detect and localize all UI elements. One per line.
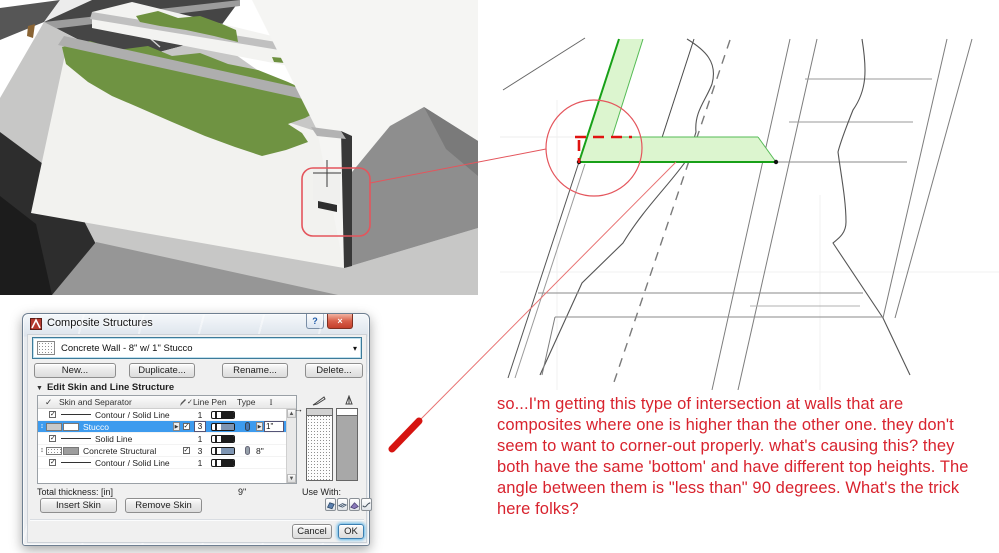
core-arrow-icon: → (294, 404, 303, 414)
drag-handle-icon[interactable]: ↕ (38, 423, 46, 430)
question-text: so...I'm getting this type of intersecti… (497, 395, 969, 518)
pen-icon (180, 398, 186, 406)
skin-fill-swatch[interactable] (46, 446, 62, 455)
section-edit-skin[interactable]: ▼ Edit Skin and Line Structure (36, 382, 174, 393)
use-with-shell-icon[interactable] (361, 498, 372, 511)
use-with-label: Use With: (302, 487, 342, 497)
wall-endpoint-node[interactable] (576, 159, 582, 165)
duplicate-button[interactable]: Duplicate... (129, 363, 195, 378)
rename-button[interactable]: Rename... (222, 363, 288, 378)
divider (30, 519, 364, 521)
use-with-roof-icon[interactable] (349, 498, 360, 511)
dialog-titlebar[interactable]: Composite Structures ? × (23, 314, 369, 334)
new-button[interactable]: New... (34, 363, 116, 378)
checkbox[interactable]: ✓ (182, 423, 190, 430)
dropdown-arrow-icon[interactable]: ▾ (353, 344, 357, 353)
line-sample (61, 462, 91, 463)
pen-widget[interactable] (211, 446, 235, 455)
composite-structures-dialog: Composite Structures ? × Concrete Wall -… (22, 313, 372, 546)
table-scrollbar[interactable]: ▲ ▼ (286, 409, 296, 483)
skin-table-header: ✓ Skin and Separator ✓ Line Pen Type Ι (38, 396, 296, 409)
3d-view (0, 0, 478, 295)
expand-arrow-icon[interactable]: ▶ (256, 422, 263, 431)
archicad-app-icon (30, 318, 42, 330)
wall-endpoint-node[interactable] (773, 159, 779, 165)
use-with-toolbar (325, 498, 372, 511)
pen-widget[interactable] (211, 458, 235, 467)
table-row-solid-line[interactable]: ✓ Solid Line 1 (38, 433, 296, 445)
table-row-stucco[interactable]: ↕ Stucco ▶ ✓ 3 ▶ 1" (38, 421, 296, 433)
table-row-contour-bottom[interactable]: ✓ Contour / Solid Line 1 (38, 457, 296, 469)
skin-surface-swatch[interactable] (63, 446, 79, 455)
skin-table: ✓ Skin and Separator ✓ Line Pen Type Ι ✓… (37, 395, 297, 484)
table-row-concrete[interactable]: ↕ Concrete Structural ✓ 3 8" (38, 445, 296, 457)
preview-concrete-skin[interactable] (336, 408, 358, 481)
use-with-slab-icon[interactable] (337, 498, 348, 511)
line-sample (61, 414, 91, 415)
skin-type-icon[interactable] (244, 446, 250, 455)
corner-detail (313, 168, 340, 204)
skin-fill-swatch[interactable] (46, 422, 62, 431)
skin-type-icon[interactable] (244, 422, 250, 431)
total-thickness-value: 9" (238, 487, 247, 497)
thickness-icon: Ι (269, 397, 273, 407)
composite-selector-value: Concrete Wall - 8" w/ 1" Stucco (61, 342, 193, 354)
checkbox[interactable]: ✓ (49, 411, 56, 418)
checkbox[interactable]: ✓ (182, 447, 190, 454)
plan-drawing (500, 37, 999, 390)
skin-surface-swatch[interactable] (63, 422, 79, 431)
right-pen-icon (345, 395, 353, 405)
use-with-wall-icon[interactable] (325, 498, 336, 511)
selected-wall-fill[interactable] (579, 39, 776, 162)
cancel-button[interactable]: Cancel (292, 524, 332, 539)
forum-screenshot-page: so...I'm getting this type of intersecti… (0, 0, 999, 553)
header-check-icon: ✓ (44, 396, 53, 407)
header-type: Type (237, 397, 256, 407)
composite-preview: → (294, 395, 366, 484)
pen-widget[interactable] (211, 422, 235, 431)
plan-wall-line (502, 37, 586, 91)
checkbox[interactable]: ✓ (49, 435, 56, 442)
remove-skin-button[interactable]: Remove Skin (125, 498, 202, 513)
help-icon[interactable]: ? (306, 314, 324, 329)
line-sample (61, 438, 91, 439)
table-row-contour-top[interactable]: ✓ Contour / Solid Line 1 (38, 409, 296, 421)
insert-skin-button[interactable]: Insert Skin (40, 498, 117, 513)
total-thickness-label: Total thickness: [in] (37, 487, 114, 497)
dialog-title: Composite Structures (47, 317, 153, 329)
header-skin: Skin and Separator (59, 397, 132, 407)
dialog-client-area: Concrete Wall - 8" w/ 1" Stucco ▾ New...… (27, 334, 372, 543)
marker-stroke (388, 417, 423, 453)
left-pen-icon (312, 396, 326, 406)
drag-handle-icon[interactable]: ↕ (38, 447, 46, 454)
thickness-field[interactable]: 1" (264, 421, 284, 432)
scroll-down-icon[interactable]: ▼ (287, 474, 296, 483)
hidden-line-dashed (611, 39, 731, 389)
expand-arrow-icon[interactable]: ▶ (173, 422, 180, 431)
preview-stucco-skin[interactable] (306, 408, 333, 481)
composite-swatch-icon (37, 341, 55, 355)
ok-button[interactable]: OK (338, 524, 364, 539)
pen-widget[interactable] (211, 410, 235, 419)
header-line-pen: Line Pen (193, 397, 227, 407)
delete-button[interactable]: Delete... (305, 363, 363, 378)
close-icon[interactable]: × (327, 314, 353, 329)
pen-widget[interactable] (211, 434, 235, 443)
checkbox[interactable]: ✓ (49, 459, 56, 466)
collapse-arrow-icon[interactable]: ▼ (36, 385, 43, 392)
composite-selector[interactable]: Concrete Wall - 8" w/ 1" Stucco ▾ (32, 337, 362, 359)
